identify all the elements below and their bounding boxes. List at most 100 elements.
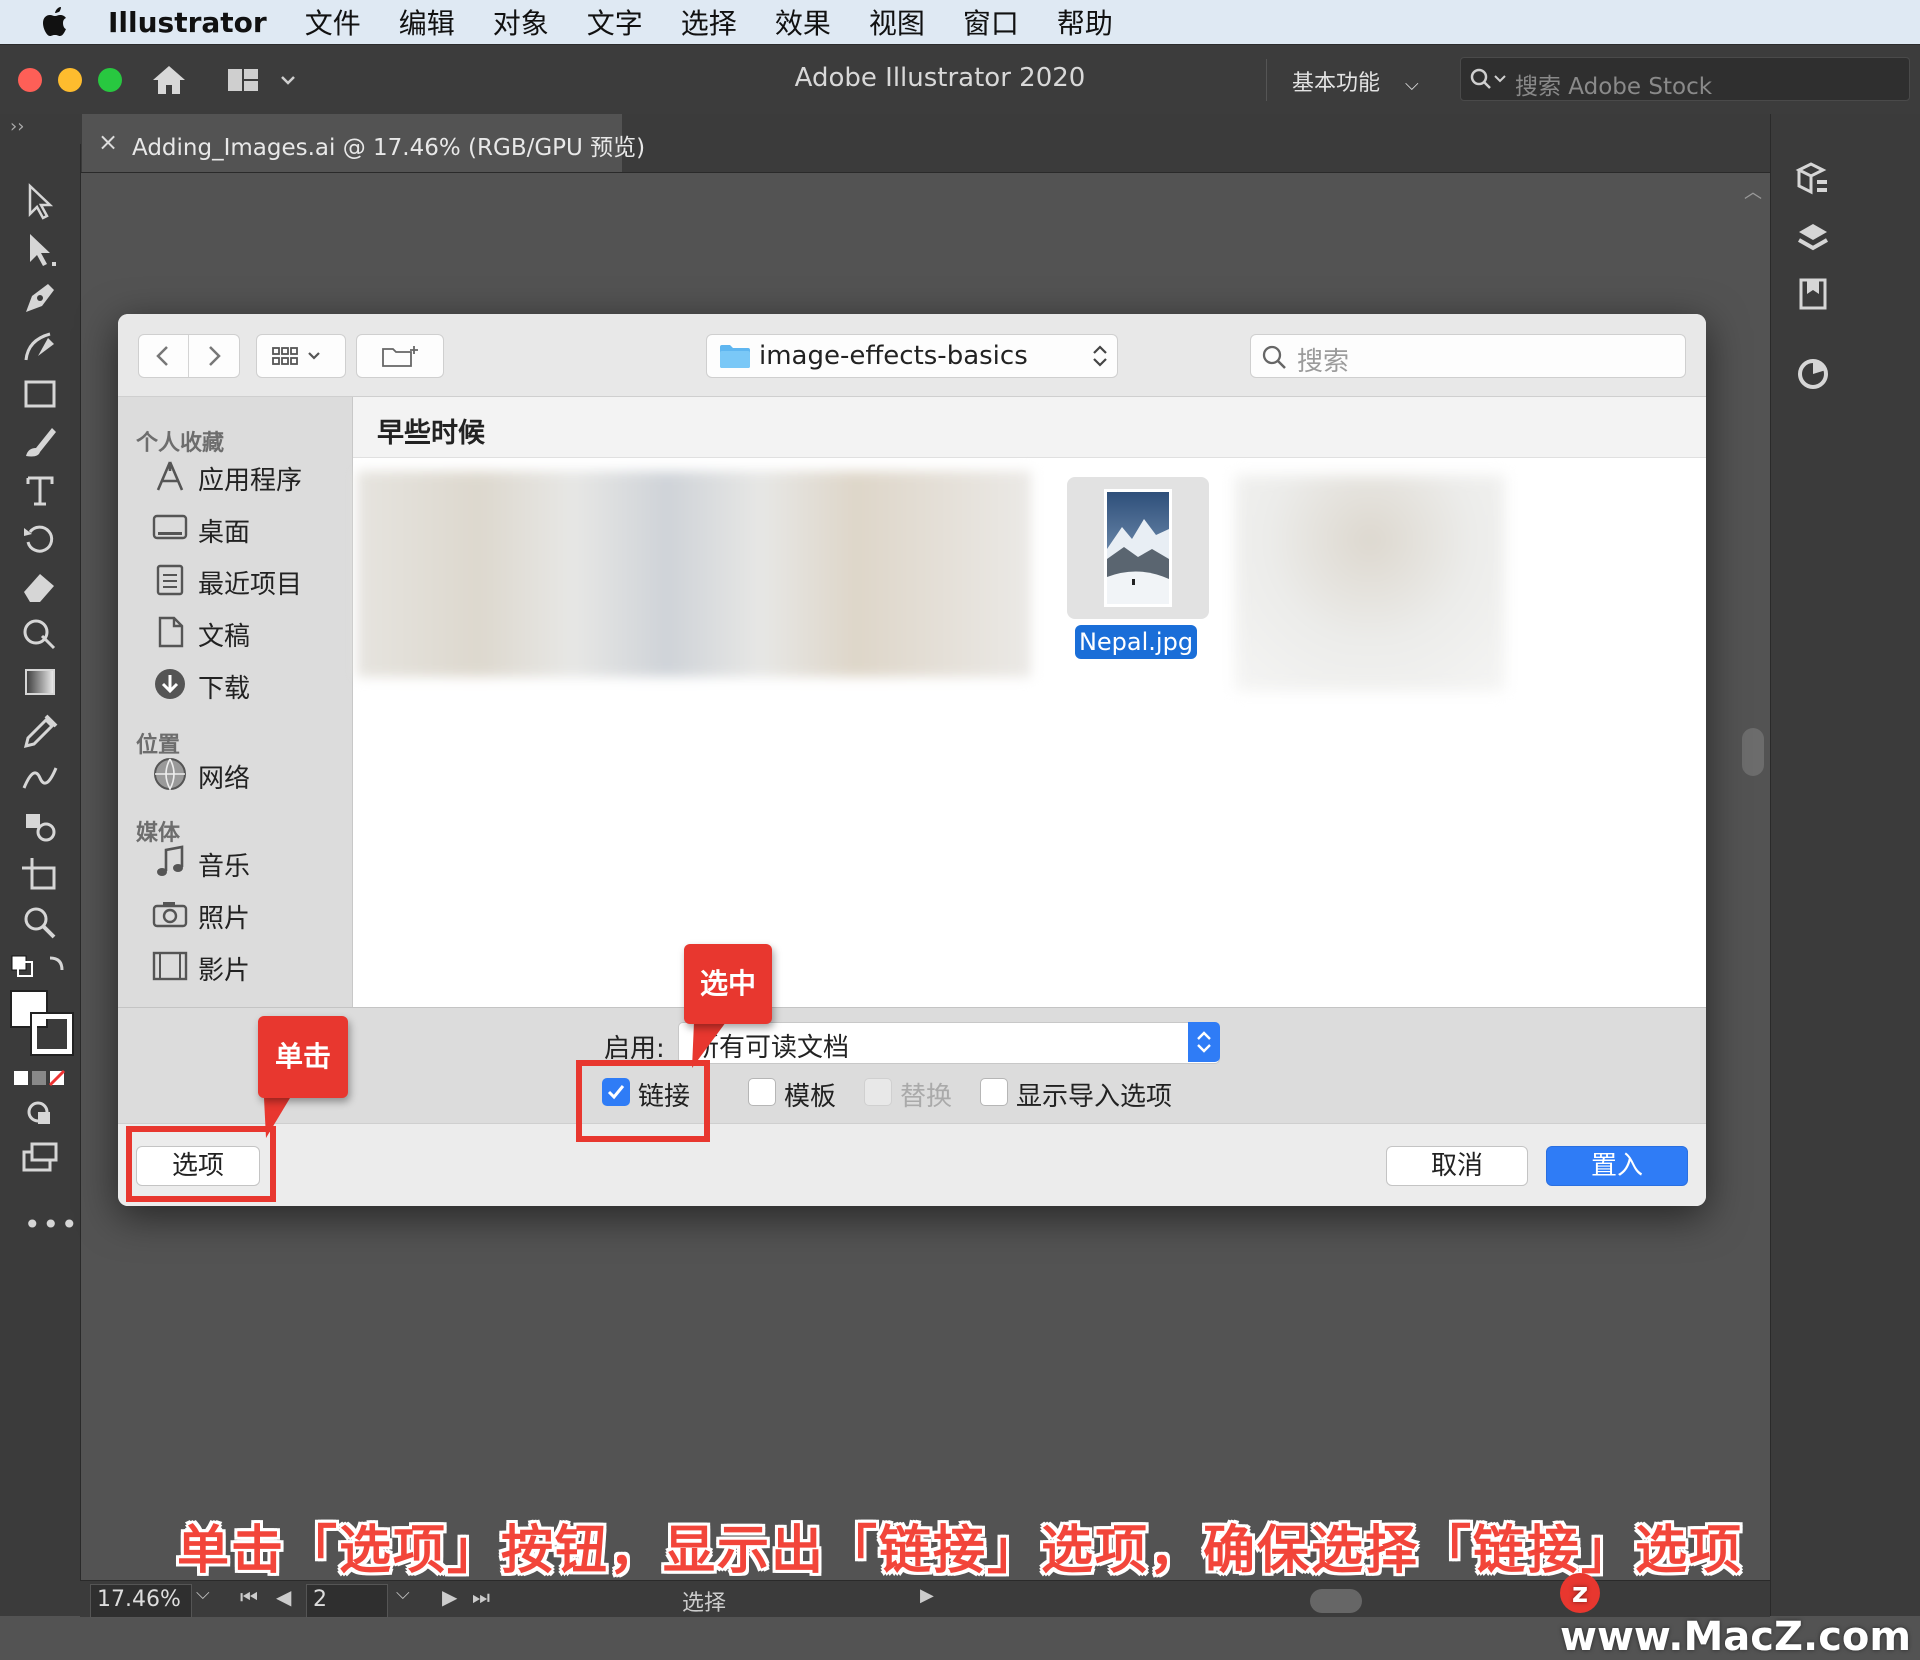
applications-icon xyxy=(156,461,184,491)
shape-builder-tool-icon[interactable] xyxy=(18,614,62,654)
sidebar-item-applications[interactable]: 应用程序 xyxy=(152,457,352,497)
search-icon xyxy=(1262,345,1286,369)
horizontal-scrollbar-thumb[interactable] xyxy=(1310,1589,1362,1613)
place-button[interactable]: 置入 xyxy=(1546,1146,1688,1186)
type-tool-icon[interactable] xyxy=(18,470,62,510)
workspace-switcher[interactable]: 基本功能 ⌵ xyxy=(1292,65,1419,97)
sidebar-item-network[interactable]: 网络 xyxy=(152,755,352,795)
sidebar-item-photos[interactable]: 照片 xyxy=(152,895,352,935)
close-tab-icon[interactable]: × xyxy=(98,128,118,156)
up-down-chevron-icon xyxy=(1197,1031,1211,1053)
sidebar-item-documents[interactable]: 文稿 xyxy=(152,613,352,653)
selected-file-name[interactable]: Nepal.jpg xyxy=(1075,625,1197,659)
zoom-window-button[interactable] xyxy=(98,68,122,92)
expand-panels-icon[interactable]: ›› xyxy=(10,116,24,137)
more-tools-icon[interactable]: ••• xyxy=(24,1208,80,1241)
menu-file[interactable]: 文件 xyxy=(305,2,361,42)
blend-tool-icon[interactable] xyxy=(18,758,62,798)
template-checkbox-label: 模板 xyxy=(784,1082,837,1112)
minimize-window-button[interactable] xyxy=(58,68,82,92)
libraries-icon[interactable] xyxy=(1793,160,1833,200)
color-mode-icons[interactable] xyxy=(12,1068,68,1088)
chevron-down-icon[interactable]: ⌵ xyxy=(196,1583,210,1604)
adobe-stock-search[interactable]: 搜索 Adobe Stock xyxy=(1460,57,1910,101)
direct-selection-tool-icon[interactable] xyxy=(18,230,62,270)
folder-path-popup[interactable]: image-effects-basics xyxy=(706,334,1118,378)
sidebar-item-label: 影片 xyxy=(198,956,251,986)
eraser-tool-icon[interactable] xyxy=(18,566,62,606)
menu-edit[interactable]: 编辑 xyxy=(399,2,455,42)
menu-select[interactable]: 选择 xyxy=(681,2,737,42)
show-import-options-checkbox[interactable] xyxy=(980,1078,1008,1106)
artboard-tool-icon[interactable] xyxy=(18,854,62,894)
menu-type[interactable]: 文字 xyxy=(587,2,643,42)
sidebar-item-recents[interactable]: 最近项目 xyxy=(152,561,352,601)
sidebar-item-movies[interactable]: 影片 xyxy=(152,947,352,987)
last-artboard-icon[interactable]: ⏭ xyxy=(472,1585,490,1609)
curvature-tool-icon[interactable] xyxy=(18,326,62,366)
select-callout: 选中 xyxy=(684,944,772,1024)
eyedropper-tool-icon[interactable] xyxy=(18,710,62,750)
arrange-documents-icon[interactable] xyxy=(226,65,296,95)
sidebar-item-label: 照片 xyxy=(198,904,251,934)
template-checkbox[interactable] xyxy=(748,1078,776,1106)
chevron-down-icon[interactable]: ⌵ xyxy=(396,1583,410,1604)
sidebar-item-music[interactable]: 音乐 xyxy=(152,843,352,883)
symbol-sprayer-tool-icon[interactable] xyxy=(18,806,62,846)
next-artboard-icon[interactable]: ▶ xyxy=(442,1585,457,1609)
nepal-thumbnail-frame[interactable] xyxy=(1067,477,1209,619)
enable-file-type-select[interactable]: 所有可读文档 xyxy=(678,1022,1220,1064)
music-note-icon xyxy=(157,845,184,876)
back-button[interactable] xyxy=(139,335,189,377)
watermark-text: www.MacZ.com xyxy=(1560,1614,1912,1660)
right-panel-dock xyxy=(1770,114,1920,1616)
scroll-up-icon[interactable]: ︿ xyxy=(1744,178,1762,204)
artboards-panel-icon[interactable] xyxy=(1793,274,1833,314)
document-tab-title: Adding_Images.ai @ 17.46% (RGB/GPU 预览) xyxy=(132,135,646,161)
layers-icon[interactable] xyxy=(1793,218,1833,258)
pen-tool-icon[interactable] xyxy=(18,278,62,318)
forward-button[interactable] xyxy=(189,335,239,377)
zoom-tool-icon[interactable] xyxy=(18,902,62,942)
menu-view[interactable]: 视图 xyxy=(869,2,925,42)
rotate-tool-icon[interactable] xyxy=(18,518,62,558)
screen-mode-icon[interactable] xyxy=(18,1138,62,1178)
artboard-number-field[interactable]: 2 xyxy=(306,1584,388,1618)
first-artboard-icon[interactable]: ⏮ xyxy=(240,1585,258,1609)
canvas-vertical-scrollbar[interactable]: ︿ xyxy=(1738,172,1768,1572)
blurred-file-thumbnails[interactable] xyxy=(357,471,1031,677)
blurred-file-thumbnail[interactable] xyxy=(1235,475,1505,691)
drawing-mode-icon[interactable] xyxy=(18,1094,62,1134)
sidebar-item-label: 应用程序 xyxy=(198,466,303,496)
menu-window[interactable]: 窗口 xyxy=(963,2,1019,42)
status-menu-arrow-icon[interactable]: ▶ xyxy=(920,1585,934,1606)
camera-icon xyxy=(152,902,188,928)
default-colors-swap-icon[interactable] xyxy=(10,952,70,982)
menu-help[interactable]: 帮助 xyxy=(1057,2,1113,42)
zoom-field[interactable]: 17.46% xyxy=(90,1584,192,1618)
home-icon[interactable] xyxy=(150,63,188,97)
close-window-button[interactable] xyxy=(18,68,42,92)
menu-effect[interactable]: 效果 xyxy=(775,2,831,42)
new-folder-button[interactable] xyxy=(356,334,444,378)
up-down-chevron-icon xyxy=(1093,345,1107,367)
selection-tool-icon[interactable] xyxy=(18,182,62,222)
cancel-button[interactable]: 取消 xyxy=(1386,1146,1528,1186)
menu-object[interactable]: 对象 xyxy=(493,2,549,42)
apple-logo-icon[interactable] xyxy=(42,7,68,37)
paintbrush-tool-icon[interactable] xyxy=(18,422,62,462)
previous-artboard-icon[interactable]: ◀ xyxy=(276,1585,291,1609)
gradient-tool-icon[interactable] xyxy=(18,662,62,702)
app-menu[interactable]: Illustrator xyxy=(108,6,267,39)
view-mode-button[interactable] xyxy=(256,334,346,378)
stroke-color-swatch[interactable] xyxy=(30,1012,74,1056)
options-highlight-box xyxy=(126,1126,276,1202)
color-guide-icon[interactable] xyxy=(1793,354,1833,394)
sidebar-item-downloads[interactable]: 下载 xyxy=(152,665,352,705)
chevron-left-icon xyxy=(156,346,168,366)
dialog-search-input[interactable]: 搜索 xyxy=(1250,334,1686,378)
rectangle-tool-icon[interactable] xyxy=(18,374,62,414)
scrollbar-thumb[interactable] xyxy=(1742,728,1764,776)
sidebar-item-desktop[interactable]: 桌面 xyxy=(152,509,352,549)
document-tab[interactable]: × Adding_Images.ai @ 17.46% (RGB/GPU 预览) xyxy=(82,114,645,172)
